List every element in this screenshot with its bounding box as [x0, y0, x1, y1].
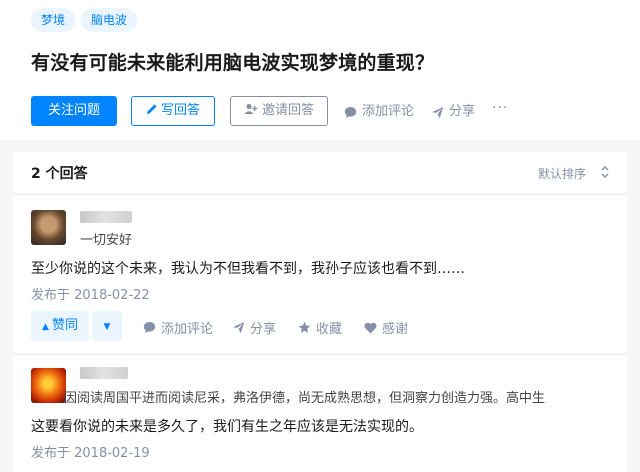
topic-tag-brainwave[interactable]: 脑电波 [81, 8, 138, 32]
more-options-icon[interactable]: ··· [492, 100, 508, 116]
topic-tag-dream[interactable]: 梦境 [31, 8, 76, 32]
invite-answer-label: 邀请回答 [261, 103, 314, 118]
author-name-blurred[interactable] [80, 367, 128, 379]
downvote-button[interactable]: ▼ [92, 311, 122, 341]
upvote-button[interactable]: ▲ 赞同 [31, 311, 89, 341]
comment-icon [143, 322, 156, 333]
author-headline: 一切安好 [80, 233, 133, 248]
pencil-icon [146, 104, 157, 114]
heart-icon [364, 322, 377, 333]
share-label: 分享 [449, 104, 476, 119]
add-comment-button[interactable]: 添加评论 [344, 103, 414, 121]
add-comment-label: 添加评论 [362, 104, 415, 119]
answer-content: 这要看你说的未来是多久了，我们有生之年应该是无法实现的。 [31, 419, 423, 435]
answer-content: 至少你说的这个未来，我认为不但我看不到，我孙子应该也看不到…… [31, 261, 465, 277]
write-answer-button[interactable]: 写回答 [131, 96, 215, 126]
thanks-button[interactable]: 感谢 [364, 318, 408, 337]
favorite-button[interactable]: 收藏 [298, 318, 342, 337]
thanks-label: 感谢 [382, 322, 409, 337]
divider [13, 194, 627, 195]
sort-dropdown[interactable]: 默认排序 [538, 165, 586, 182]
triangle-up-icon: ▲ [42, 322, 49, 332]
avatar[interactable] [31, 210, 66, 245]
avatar[interactable] [31, 368, 66, 403]
star-icon [298, 321, 311, 333]
share-icon [232, 322, 245, 334]
write-answer-label: 写回答 [160, 103, 200, 118]
answer-comment-label: 添加评论 [161, 322, 214, 337]
sort-chevron-icon[interactable] [600, 165, 610, 179]
author-name-blurred[interactable] [80, 211, 132, 223]
triangle-down-icon: ▼ [103, 322, 111, 332]
answer-count: 2 个回答 [31, 166, 88, 182]
divider [13, 354, 627, 355]
answer-share-button[interactable]: 分享 [232, 318, 276, 337]
share-icon [431, 106, 444, 118]
follow-question-button[interactable]: 关注问题 [31, 96, 117, 126]
invite-answer-button[interactable]: 邀请回答 [230, 96, 328, 126]
author-headline: 因阅读周国平进而阅读尼采，弗洛伊德，尚无成熟思想，但洞察力创造力强。高中生 [64, 391, 546, 406]
comment-icon [344, 106, 357, 118]
add-user-icon [244, 103, 258, 114]
question-title: 有没有可能未来能利用脑电波实现梦境的重现？ [31, 52, 435, 74]
answer-share-label: 分享 [250, 322, 277, 337]
answer-comment-button[interactable]: 添加评论 [143, 318, 213, 337]
favorite-label: 收藏 [316, 322, 343, 337]
share-button[interactable]: 分享 [431, 103, 475, 121]
answer-date[interactable]: 发布于 2018-02-19 [31, 442, 150, 461]
upvote-label: 赞同 [51, 318, 78, 333]
answer-date[interactable]: 发布于 2018-02-22 [31, 284, 150, 303]
